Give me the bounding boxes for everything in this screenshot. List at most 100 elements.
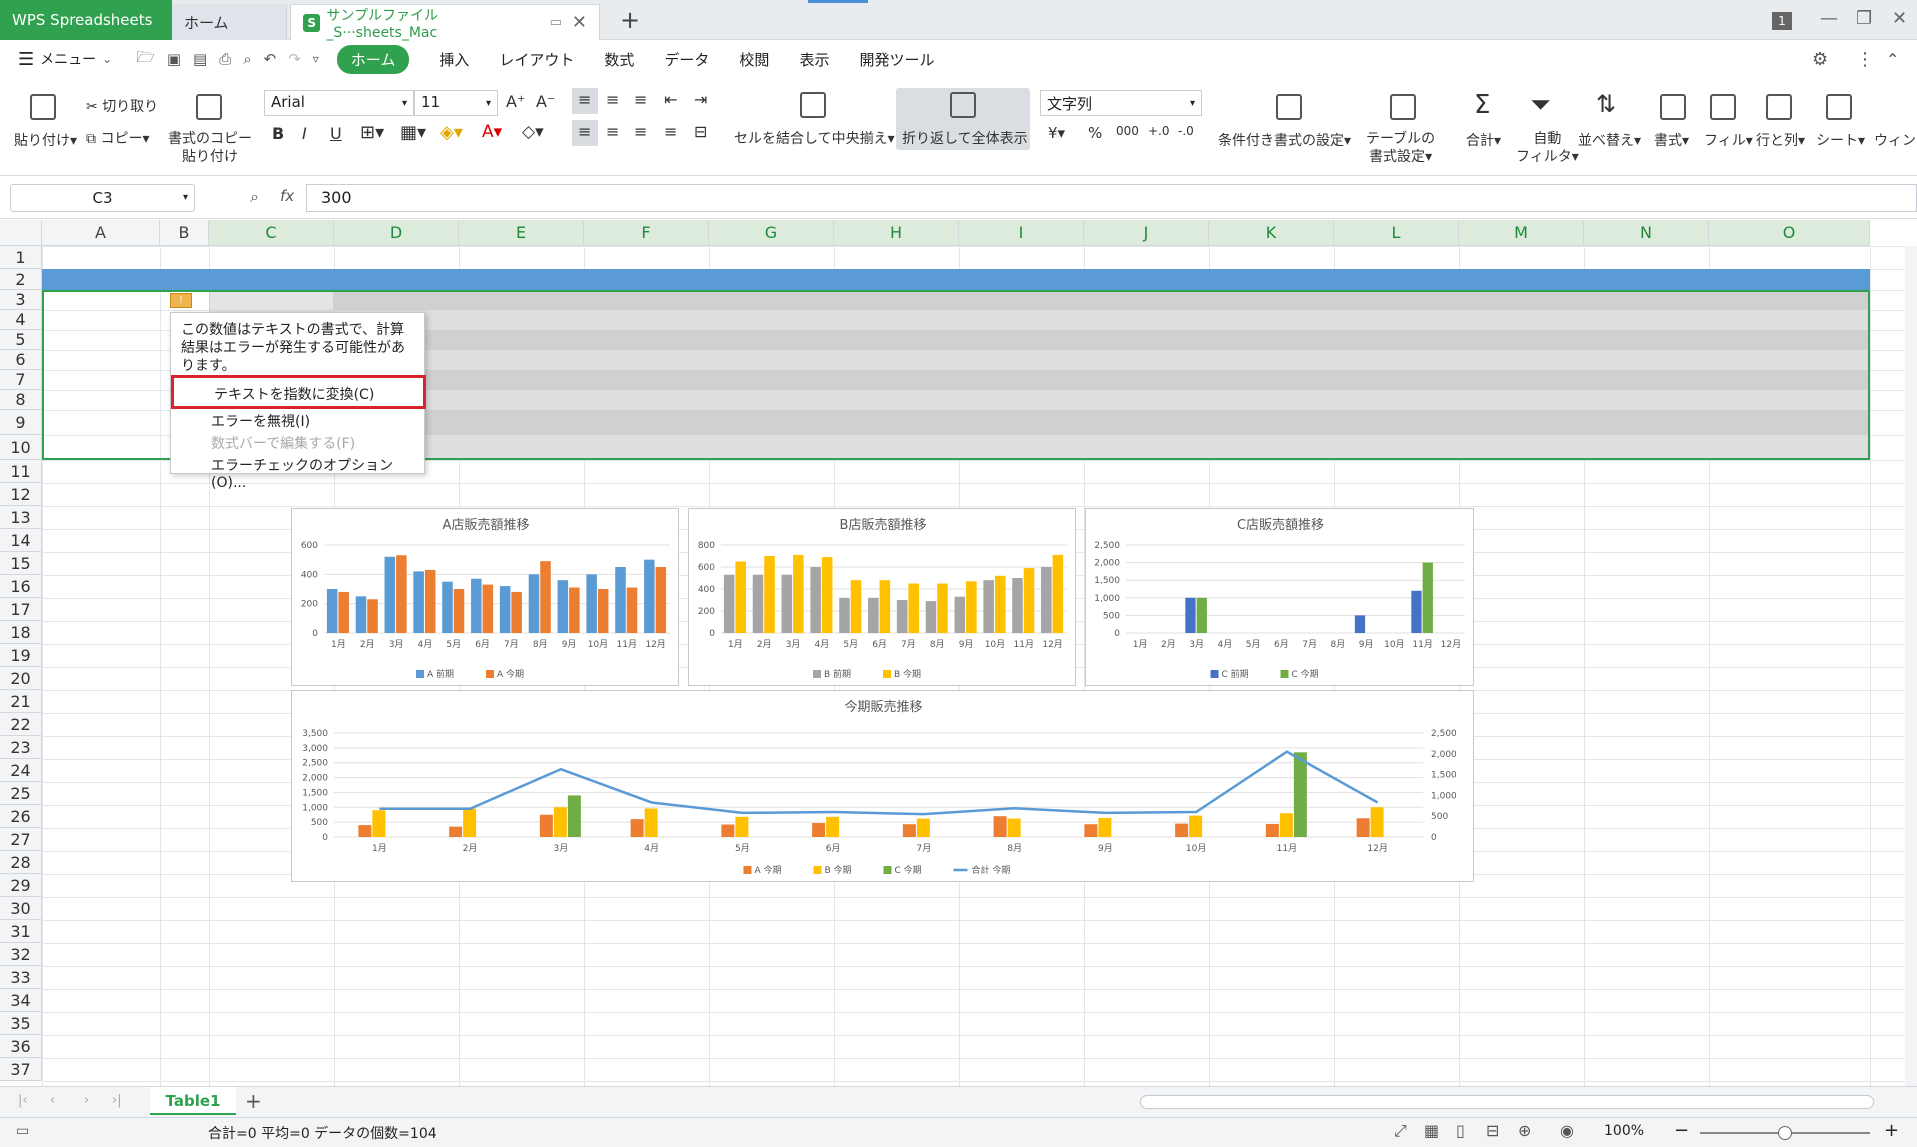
table-cell[interactable] xyxy=(709,350,834,370)
fullscreen-icon[interactable]: ⤢ xyxy=(1394,1121,1407,1141)
page-view-icon[interactable]: ▯ xyxy=(1456,1121,1465,1140)
table-cell[interactable] xyxy=(1084,330,1209,350)
table-cell[interactable] xyxy=(959,435,1084,460)
row-header-2[interactable]: 2 xyxy=(0,269,42,290)
align-bottom-icon[interactable]: ≡ xyxy=(634,90,647,109)
table-cell[interactable] xyxy=(1209,350,1334,370)
fill-color-icon[interactable]: ◈▾ xyxy=(440,122,463,143)
export-icon[interactable]: ▤ xyxy=(193,50,207,68)
autofilter-button[interactable]: 自動 フィルタ▾ xyxy=(1516,130,1579,166)
table-cell[interactable] xyxy=(1084,370,1209,390)
table-cell[interactable] xyxy=(584,290,709,310)
table-cell[interactable] xyxy=(1459,330,1584,350)
table-cell[interactable] xyxy=(584,350,709,370)
app-tab[interactable]: WPS Spreadsheets xyxy=(0,0,172,40)
window-button[interactable]: ウィン xyxy=(1874,130,1916,150)
row-header-14[interactable]: 14 xyxy=(0,529,42,552)
merge-icon[interactable] xyxy=(800,92,826,118)
table-cell[interactable] xyxy=(1584,290,1709,310)
table-cell[interactable] xyxy=(1459,435,1584,460)
currency-icon[interactable]: ¥▾ xyxy=(1048,124,1065,142)
zoom-icon[interactable]: ⌕ xyxy=(250,187,259,207)
normal-view-icon[interactable]: ▦ xyxy=(1424,1121,1439,1140)
sum-button[interactable]: 合計▾ xyxy=(1466,130,1501,150)
sheet-icon[interactable] xyxy=(1826,94,1852,120)
table-cell[interactable] xyxy=(1459,370,1584,390)
indent-increase-icon[interactable]: ⇥ xyxy=(694,90,707,109)
table-cell[interactable] xyxy=(1084,310,1209,330)
minimize-icon[interactable]: — xyxy=(1820,8,1838,29)
table-format-button[interactable]: テーブルの 書式設定▾ xyxy=(1366,130,1435,166)
table-cell[interactable] xyxy=(1459,390,1584,410)
undo-icon[interactable]: ↶ xyxy=(264,50,277,68)
monitor-icon[interactable]: ▭ xyxy=(550,15,562,30)
table-cell[interactable] xyxy=(1209,370,1334,390)
font-size-select[interactable]: 11 ▾ xyxy=(414,90,498,116)
table-cell[interactable] xyxy=(1334,410,1459,435)
column-header-j[interactable]: J xyxy=(1084,220,1209,246)
column-header-n[interactable]: N xyxy=(1584,220,1709,246)
increase-decimal-icon[interactable]: +.0 xyxy=(1148,124,1170,138)
table-cell[interactable] xyxy=(709,435,834,460)
row-header-37[interactable]: 37 xyxy=(0,1058,42,1081)
redo-icon[interactable]: ↷ xyxy=(288,50,301,68)
column-header-a[interactable]: A xyxy=(42,220,160,246)
table-cell[interactable] xyxy=(1584,410,1709,435)
name-box[interactable]: C3 ▾ xyxy=(10,184,195,212)
row-header-33[interactable]: 33 xyxy=(0,966,42,989)
read-mode-icon[interactable]: ⊕ xyxy=(1518,1121,1531,1140)
home-tab[interactable]: ホーム xyxy=(172,4,287,40)
add-sheet-icon[interactable]: + xyxy=(245,1089,262,1113)
table-cell[interactable] xyxy=(1209,310,1334,330)
table-cell[interactable] xyxy=(834,410,959,435)
first-sheet-icon[interactable]: |‹ xyxy=(18,1093,28,1108)
zoom-slider-handle[interactable] xyxy=(1778,1126,1792,1140)
merge-center-button[interactable]: セルを結合して中央揃え▾ xyxy=(734,128,895,148)
chart-b[interactable]: B店販売額推移 0 200 400 600 800 1月 2月 3月 4月 5月 6月 7月 8月 9月 10… xyxy=(688,508,1076,686)
decrease-decimal-icon[interactable]: -.0 xyxy=(1178,124,1194,138)
collapse-ribbon-icon[interactable]: ⌃ xyxy=(1886,50,1899,69)
column-header-c[interactable]: C xyxy=(209,220,334,246)
row-header-13[interactable]: 13 xyxy=(0,506,42,529)
table-cell[interactable] xyxy=(584,370,709,390)
conditional-format-icon[interactable] xyxy=(1276,94,1302,120)
chart-total[interactable]: 今期販売推移 0 500 1,000 1,500 2,000 2,500 3,000 3,500… xyxy=(291,690,1474,882)
row-header-28[interactable]: 28 xyxy=(0,851,42,874)
table-cell[interactable] xyxy=(1334,435,1459,460)
row-header-10[interactable]: 10 xyxy=(0,435,42,460)
distribute-icon[interactable]: ⊟ xyxy=(694,122,707,141)
vertical-scrollbar[interactable] xyxy=(1905,246,1917,1086)
table-cell[interactable] xyxy=(1584,390,1709,410)
format-button[interactable]: 書式▾ xyxy=(1654,130,1689,150)
row-header-8[interactable]: 8 xyxy=(0,390,42,410)
table-cell[interactable] xyxy=(834,290,959,310)
table-cell[interactable] xyxy=(1709,290,1870,310)
table-cell[interactable] xyxy=(459,435,584,460)
tab-insert[interactable]: 挿入 xyxy=(439,49,469,70)
table-format-icon[interactable] xyxy=(1390,94,1416,120)
open-icon[interactable]: 🗁 xyxy=(136,47,155,72)
sheet-button[interactable]: シート▾ xyxy=(1816,130,1865,150)
column-header-h[interactable]: H xyxy=(834,220,959,246)
table-cell[interactable] xyxy=(1334,290,1459,310)
monitor-status-icon[interactable]: ▭ xyxy=(16,1123,29,1139)
format-painter-icon[interactable] xyxy=(196,94,222,120)
table-cell[interactable] xyxy=(1209,410,1334,435)
prev-sheet-icon[interactable]: ‹ xyxy=(50,1093,55,1108)
table-cell[interactable] xyxy=(1709,370,1870,390)
row-header-32[interactable]: 32 xyxy=(0,943,42,966)
cell-style-icon[interactable]: ▦▾ xyxy=(400,122,426,143)
table-cell[interactable] xyxy=(1584,330,1709,350)
row-header-36[interactable]: 36 xyxy=(0,1035,42,1058)
row-header-20[interactable]: 20 xyxy=(0,667,42,690)
table-cell[interactable] xyxy=(959,350,1084,370)
fill-button[interactable]: フィル▾ xyxy=(1704,130,1753,150)
file-tab[interactable]: S サンプルファイル_S···sheets_Mac ▭ ✕ xyxy=(290,4,600,41)
table-cell[interactable] xyxy=(584,310,709,330)
column-header-d[interactable]: D xyxy=(334,220,459,246)
gear-icon[interactable]: ⚙ xyxy=(1812,49,1828,70)
format-icon[interactable] xyxy=(1660,94,1686,120)
table-cell[interactable] xyxy=(959,310,1084,330)
table-cell[interactable] xyxy=(709,290,834,310)
row-header-24[interactable]: 24 xyxy=(0,759,42,782)
